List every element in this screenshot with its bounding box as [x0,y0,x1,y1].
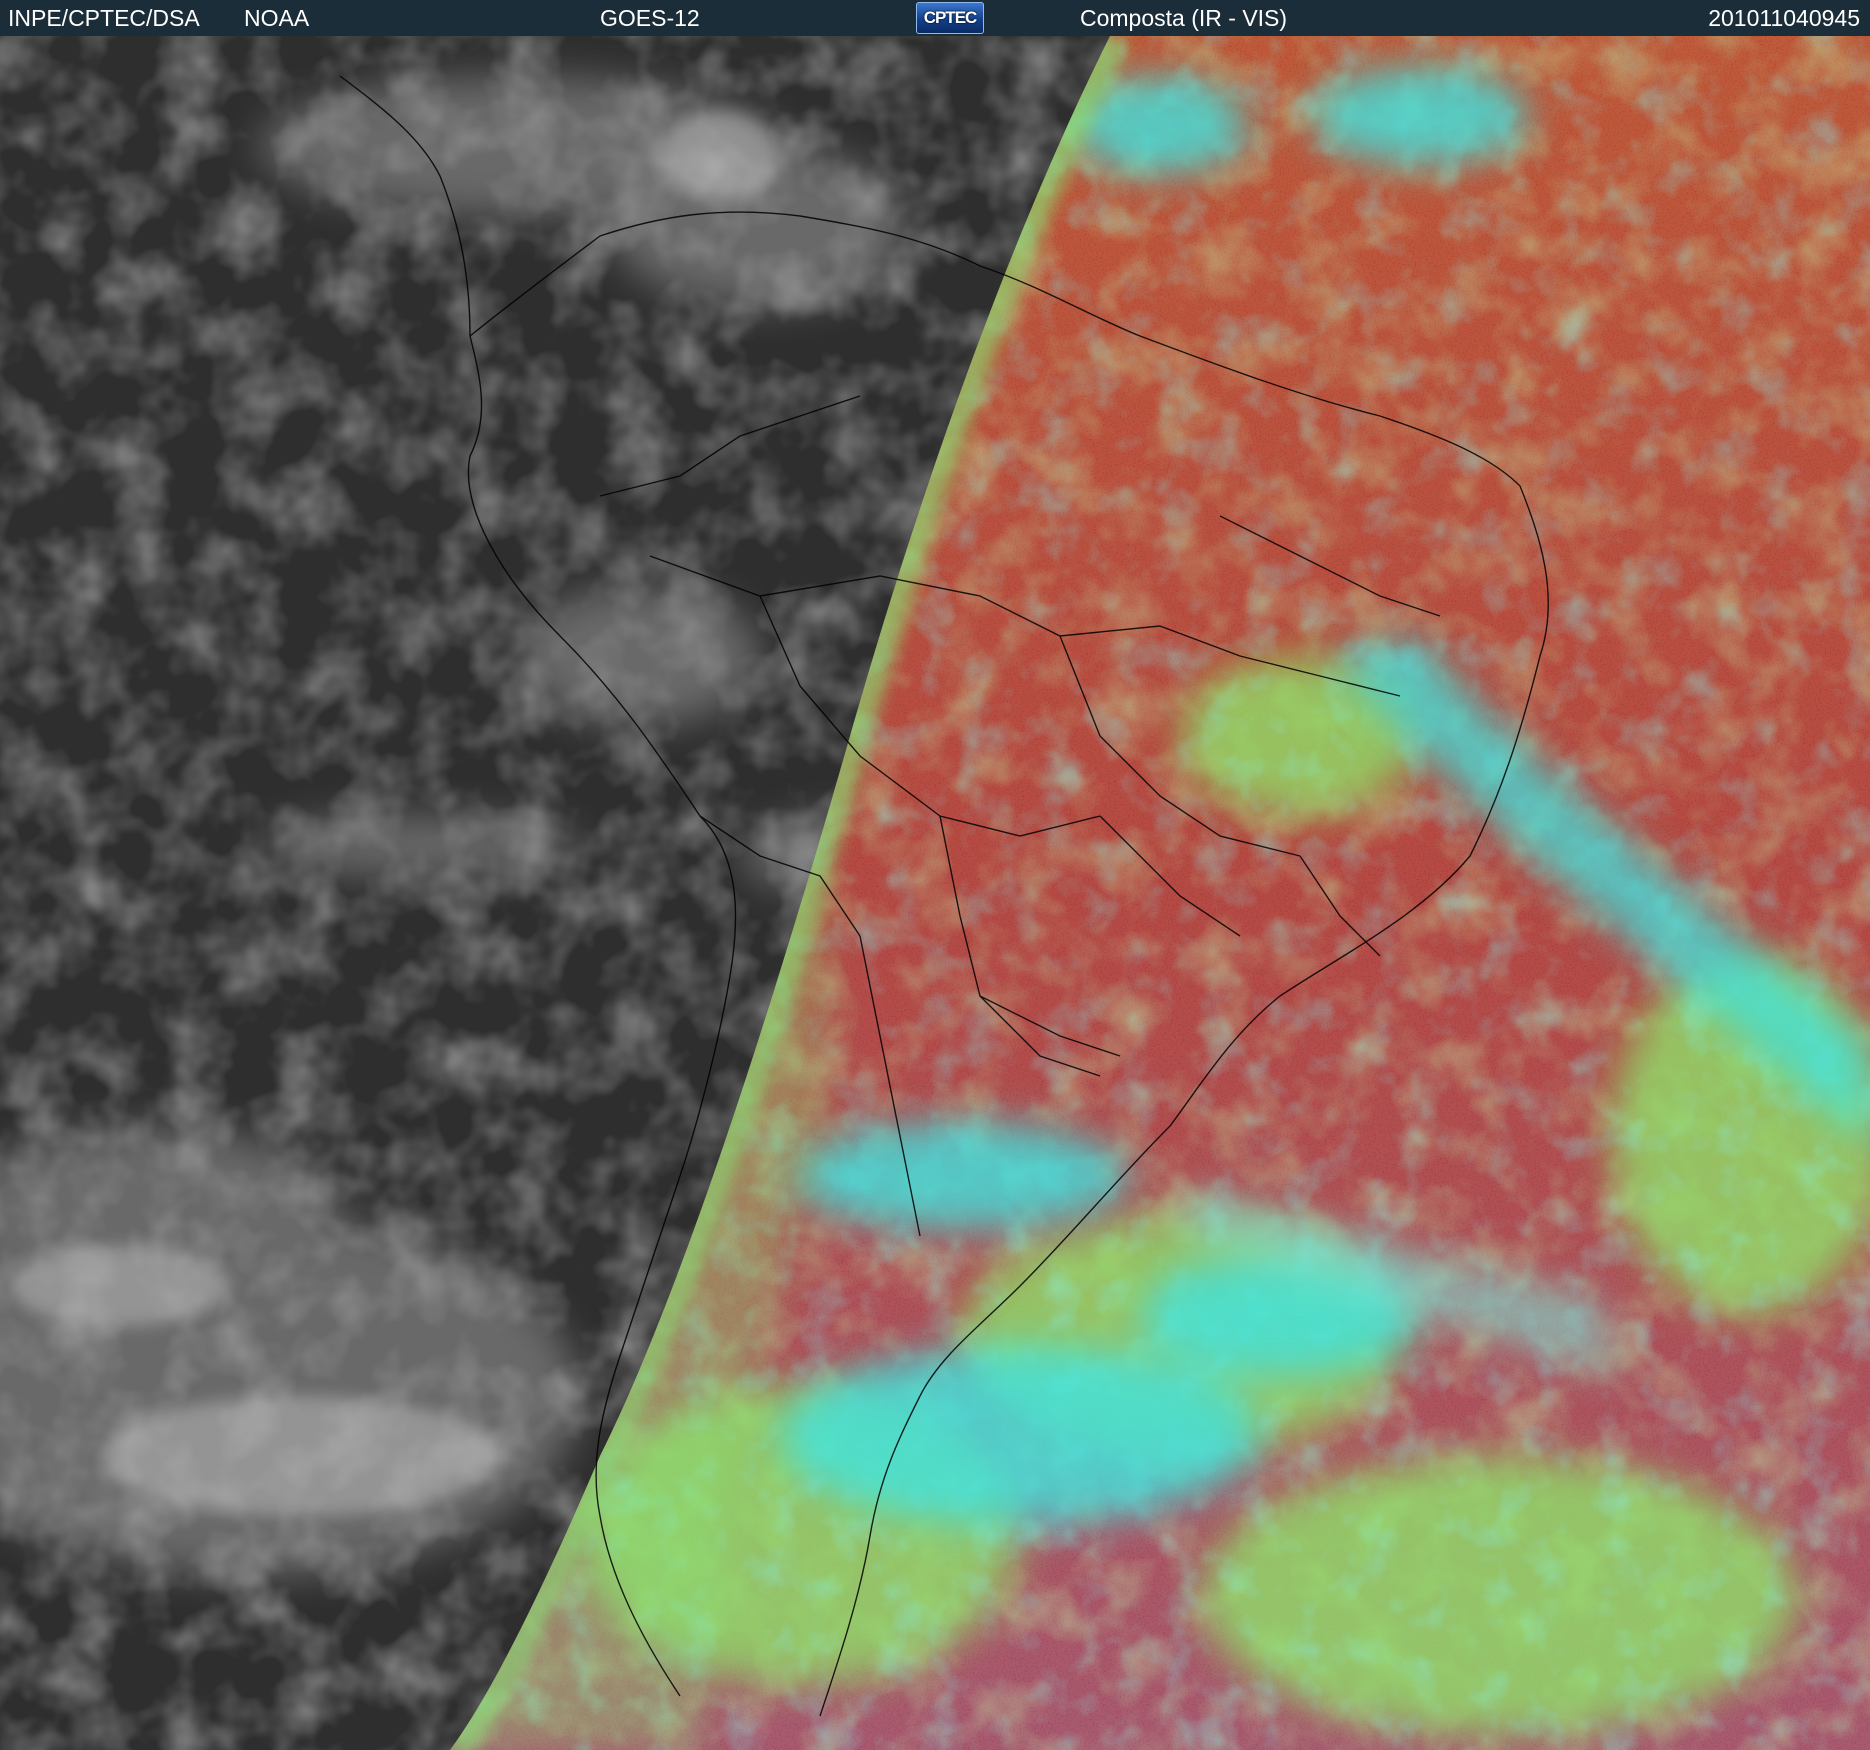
logo-text: CPTEC [923,8,978,27]
cptec-logo: CPTEC [916,2,984,34]
product-label: Composta (IR - VIS) [1080,5,1288,31]
imagery-svg [0,36,1870,1750]
satellite-image-page: INPE/CPTEC/DSA NOAA GOES-12 CPTEC Compos… [0,0,1870,1750]
satellite-imagery [0,36,1870,1750]
satellite-label: GOES-12 [600,5,700,31]
timestamp-label: 201011040945 [1708,5,1860,31]
header-bar: INPE/CPTEC/DSA NOAA GOES-12 CPTEC Compos… [0,0,1870,36]
agency-label: NOAA [244,5,310,31]
organization-label: INPE/CPTEC/DSA [8,5,200,31]
